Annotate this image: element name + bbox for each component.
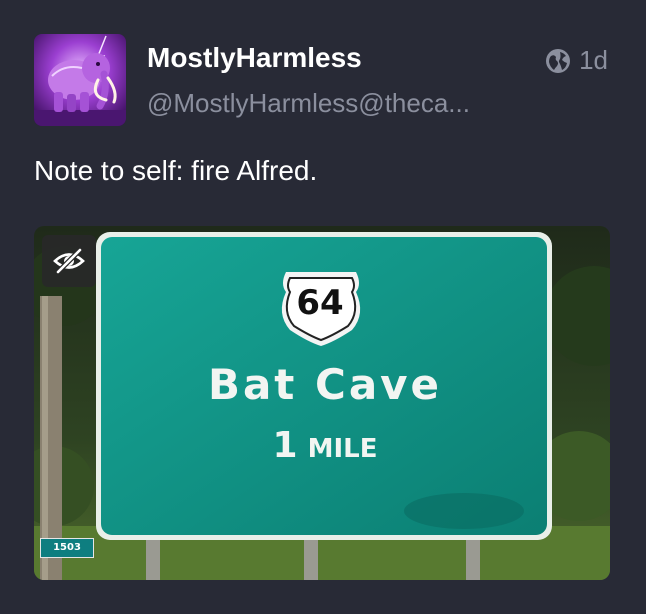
author-handle[interactable]: @MostlyHarmless@theca...	[147, 88, 470, 119]
sign-destination: Bat Cave	[207, 360, 443, 409]
sign-distance-unit: MILE	[307, 434, 378, 464]
status-post: MostlyHarmless @MostlyHarmless@theca... …	[0, 0, 646, 614]
post-meta: 1d	[545, 45, 608, 76]
globe-icon	[545, 48, 571, 74]
sign-plate-number: 1503	[40, 538, 94, 558]
author-display-name[interactable]: MostlyHarmless	[147, 42, 362, 74]
eye-slash-icon	[53, 248, 85, 274]
mammoth-avatar-image	[34, 34, 126, 126]
sign-distance: 1 MILE	[230, 425, 420, 466]
post-content: Note to self: fire Alfred.	[34, 155, 318, 186]
hide-media-button[interactable]	[42, 235, 96, 287]
post-timestamp[interactable]: 1d	[579, 45, 608, 76]
avatar[interactable]	[34, 34, 126, 126]
route-shield-number: 64	[296, 283, 344, 323]
sign-distance-number: 1	[272, 425, 298, 466]
